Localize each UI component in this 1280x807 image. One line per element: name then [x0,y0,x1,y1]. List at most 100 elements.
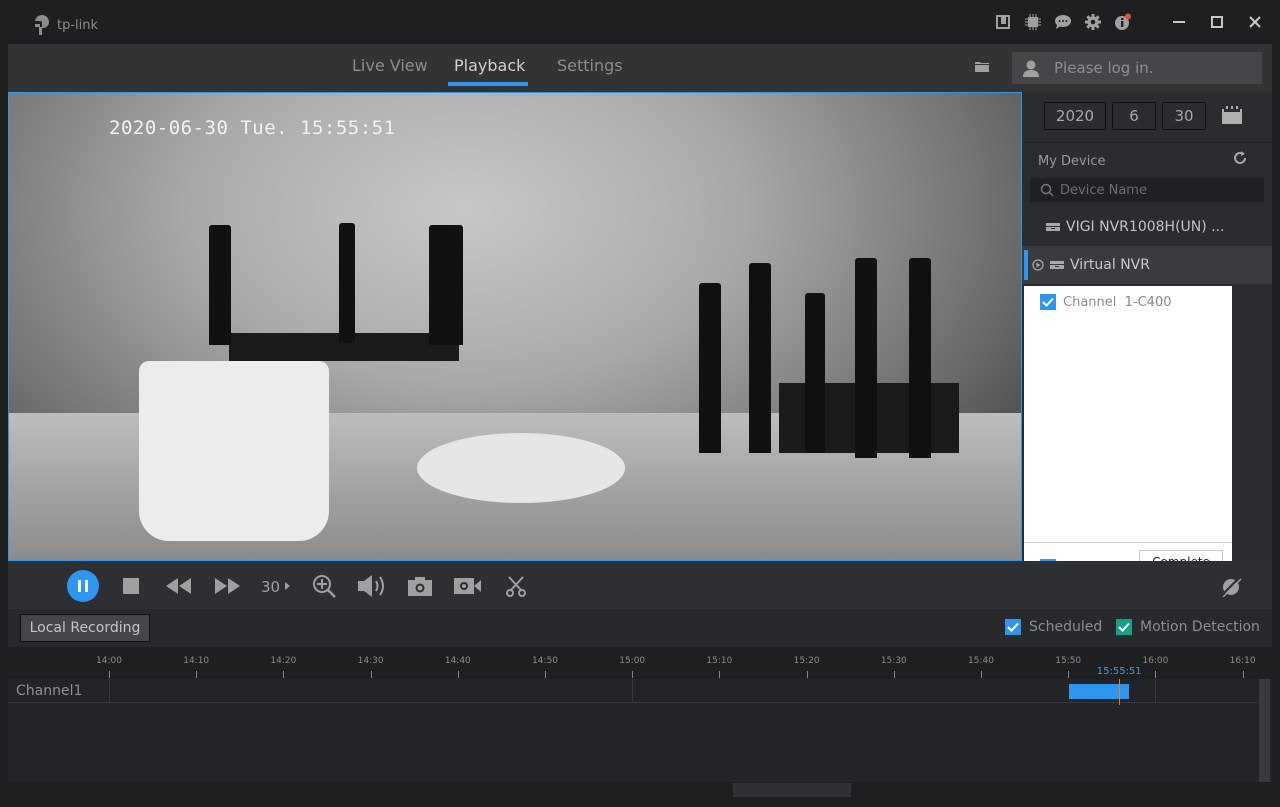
video-scene-object [209,225,231,345]
message-icon[interactable] [1048,7,1078,37]
motion-detection-filter[interactable]: Motion Detection [1116,619,1260,635]
title-bar: tp-link [0,0,1280,44]
timeline-tick-label: 16:10 [1229,656,1256,666]
selected-indicator [1024,250,1028,280]
timeline-vertical-scrollbar[interactable] [1259,679,1270,782]
tp-link-logo: tp-link [32,14,98,36]
timeline-tick [893,671,895,678]
timeline-tick [370,671,372,678]
playback-timeline[interactable]: 14:00 14:10 14:20 14:30 14:40 14:50 15:00 15:10… [8,648,1272,782]
nvr-icon [1046,223,1060,231]
day-field[interactable]: 30 [1162,102,1206,130]
login-placeholder: Please log in. [1054,59,1154,77]
tp-link-logo-icon [35,15,49,35]
playhead-cursor[interactable] [1119,679,1121,705]
timeline-tick [981,671,982,678]
timeline-tick-label: 15:00 [619,656,646,666]
stop-button[interactable] [116,571,146,601]
tab-live-view[interactable]: Live View [352,56,428,86]
timeline-tick [632,671,634,678]
nvr-icon [1050,261,1064,269]
playback-controls: 30 [8,561,1272,609]
timeline-tick [1068,671,1070,678]
channel-track-label: Channel1 [16,683,83,699]
device-item[interactable]: VIGI NVR1008H(UN) ... [1022,210,1272,244]
device-item-selected[interactable]: Virtual NVR [1022,246,1272,284]
timeline-tick [196,671,198,678]
timeline-tick [1242,671,1244,678]
video-scene-object [805,293,825,453]
scheduled-label: Scheduled [1029,619,1103,635]
search-placeholder: Device Name [1060,182,1147,198]
skip-30s-button[interactable]: 30 [261,571,291,601]
tab-settings[interactable]: Settings [557,56,623,86]
timeline-tick-label: 14:10 [183,656,210,666]
timeline-tick [283,671,285,678]
info-icon[interactable] [1108,7,1138,37]
device-search-input[interactable]: Device Name [1030,178,1264,202]
video-scene-object [749,263,771,453]
my-device-label: My Device [1038,154,1106,169]
channel-select-popup: Channel 1-C400 Most Complete [1024,286,1232,583]
video-player[interactable]: 2020-06-30 Tue. 15:55:51 [8,92,1022,561]
storage-icon[interactable] [988,7,1018,37]
video-scene-object [339,223,355,343]
close-button[interactable] [1236,7,1274,37]
scheduled-filter[interactable]: Scheduled [1005,619,1102,635]
popup-divider [1024,542,1232,543]
volume-button[interactable] [357,571,387,601]
scheduled-checkbox[interactable] [1005,619,1021,635]
video-scene-object [699,283,721,453]
local-recording-button[interactable]: Local Recording [20,614,150,642]
zoom-in-button[interactable] [309,571,339,601]
playhead-time-label: 15:55:51 [1096,666,1142,677]
month-field[interactable]: 6 [1112,102,1156,130]
folder-icon[interactable] [974,58,990,77]
calendar-icon[interactable] [1222,106,1242,128]
login-field[interactable]: Please log in. [1012,52,1262,84]
user-icon [1023,60,1039,77]
channel-checkbox[interactable] [1040,294,1056,310]
timeline-tick [1155,671,1157,678]
snapshot-button[interactable] [405,571,435,601]
gear-icon[interactable] [1078,7,1108,37]
refresh-icon[interactable] [1232,150,1248,170]
timeline-ruler: 14:00 14:10 14:20 14:30 14:40 14:50 15:00 15:10… [8,648,1272,679]
timeline-tick [806,671,808,678]
timeline-tick-label: 15:50 [1055,656,1082,666]
timeline-tick-label: 14:50 [532,656,558,666]
device-name: Virtual NVR [1070,257,1150,273]
timeline-tick-label: 14:00 [96,656,122,666]
video-scene-object [855,258,877,458]
pause-button[interactable] [67,570,99,602]
fast-forward-button[interactable] [213,571,243,601]
video-timestamp-osd: 2020-06-30 Tue. 15:55:51 [109,117,396,139]
clip-button[interactable] [501,571,531,601]
playback-icon [1032,259,1044,271]
nav-bar: Live View Playback Settings Please log i… [8,44,1272,92]
video-scene-object [417,433,625,503]
maximize-button[interactable] [1198,7,1236,37]
video-scene-object [139,361,329,541]
timeline-tick-label: 14:40 [444,656,471,666]
record-button[interactable] [453,571,483,601]
brand-name: tp-link [57,17,99,33]
timeline-tick [545,671,546,678]
channel-item[interactable]: Channel 1-C400 [1040,294,1172,310]
chip-icon[interactable] [1018,7,1048,37]
channel-label: Channel 1-C400 [1063,294,1172,310]
motion-detection-checkbox[interactable] [1116,619,1132,635]
notification-dot [1125,13,1131,20]
timeline-tick-label: 15:40 [968,656,994,666]
timeline-horizontal-scrollbar[interactable] [733,783,851,797]
minimize-button[interactable] [1160,7,1198,37]
timeline-hour-line [632,679,634,703]
timeline-hour-line [1155,679,1157,703]
rewind-button[interactable] [164,571,194,601]
timeline-tick-label: 14:20 [270,656,297,666]
timeline-tick-label: 15:10 [706,656,733,666]
timeline-tick [719,671,721,678]
device-name: VIGI NVR1008H(UN) ... [1066,219,1225,235]
year-field[interactable]: 2020 [1044,102,1106,130]
audio-off-icon[interactable] [1220,575,1242,601]
